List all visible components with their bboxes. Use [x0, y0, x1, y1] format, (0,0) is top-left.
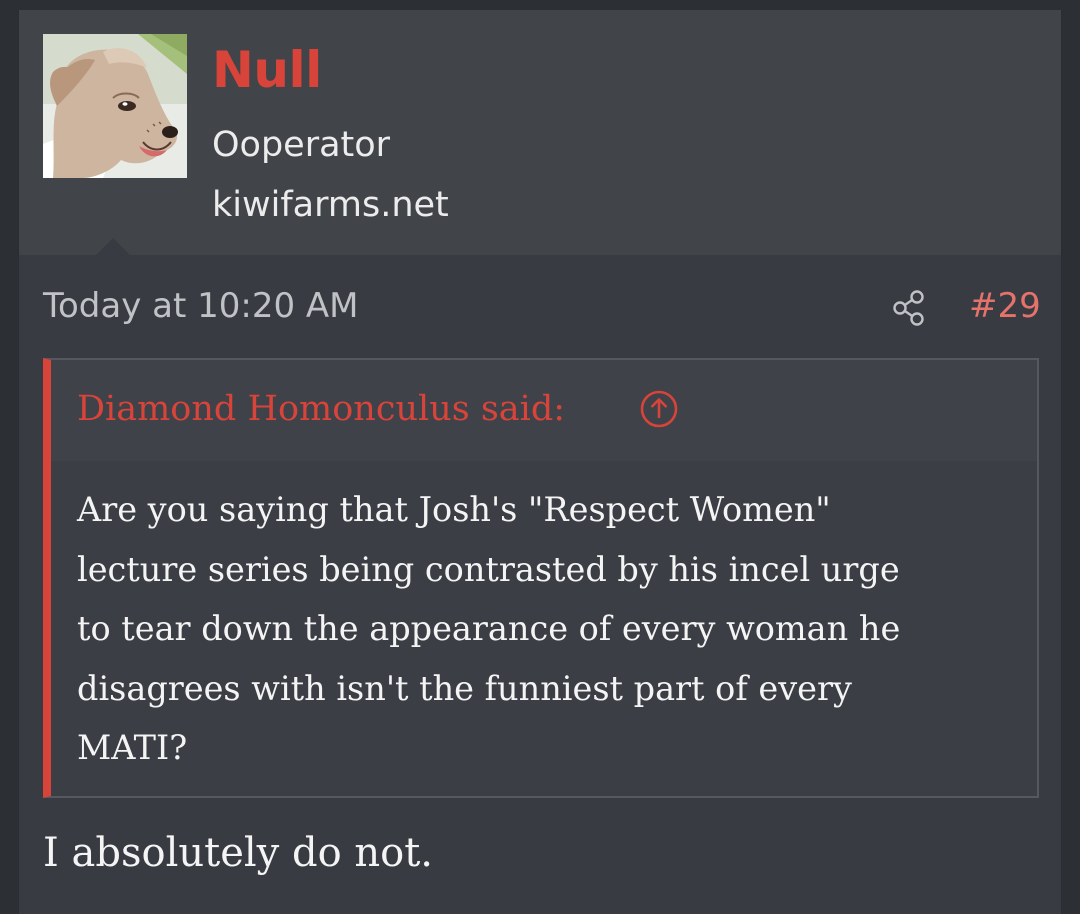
quote-content: Are you saying that Josh's "Respect Wome…	[77, 490, 901, 767]
dog-avatar-icon	[43, 34, 187, 178]
user-title: Ooperator	[212, 125, 391, 165]
share-icon[interactable]	[891, 288, 931, 328]
post-number-link[interactable]: #29	[969, 284, 1041, 328]
share-glyph-icon	[893, 290, 924, 326]
quote-author-link[interactable]: Diamond Homonculus said:	[77, 386, 565, 432]
user-extra: kiwifarms.net	[212, 185, 449, 225]
bbcode-quote: Diamond Homonculus said: Are you saying …	[43, 358, 1039, 798]
post-message-body: I absolutely do not.	[43, 830, 434, 876]
username-link[interactable]: Null	[212, 40, 322, 100]
arrow-up-circle-icon[interactable]	[639, 389, 679, 429]
user-avatar[interactable]	[43, 34, 187, 178]
quote-header: Diamond Homonculus said:	[51, 360, 1037, 461]
user-block-arrow	[95, 238, 131, 256]
quote-jump-icon	[640, 390, 678, 428]
message-post: Null Ooperator kiwifarms.net Today at 10…	[18, 10, 1062, 914]
post-date-link[interactable]: Today at 10:20 AM	[43, 284, 359, 328]
user-info-block: Null Ooperator kiwifarms.net	[19, 10, 1061, 255]
